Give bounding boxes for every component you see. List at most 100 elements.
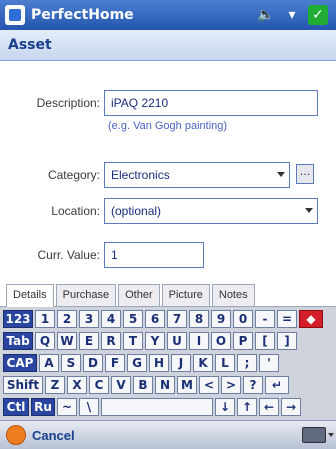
keyboard-row-4: Shift Z X C V B N M < > ? ↵ [2, 375, 290, 395]
key-m[interactable]: M [177, 376, 197, 394]
arrow-up-icon[interactable]: ↑ [237, 398, 257, 416]
arrow-right-icon[interactable]: → [281, 398, 301, 416]
key-equals[interactable]: = [277, 310, 297, 328]
key-greater-than[interactable]: > [221, 376, 241, 394]
key-z[interactable]: Z [45, 376, 65, 394]
start-menu-icon[interactable] [5, 5, 25, 25]
key-t[interactable]: T [123, 332, 143, 350]
key-e[interactable]: E [79, 332, 99, 350]
key-p[interactable]: P [233, 332, 253, 350]
key-semicolon[interactable]: ; [237, 354, 257, 372]
app-title: PerfectHome [31, 7, 134, 23]
key-a[interactable]: A [39, 354, 59, 372]
key-7[interactable]: 7 [167, 310, 187, 328]
key-question[interactable]: ? [243, 376, 263, 394]
key-u[interactable]: U [167, 332, 187, 350]
dropdown-icon[interactable]: ▾ [282, 5, 302, 25]
key-q[interactable]: Q [35, 332, 55, 350]
key-less-than[interactable]: < [199, 376, 219, 394]
key-f[interactable]: F [105, 354, 125, 372]
key-backslash[interactable]: \ [79, 398, 99, 416]
key-caps[interactable]: CAP [3, 354, 37, 372]
tab-purchase[interactable]: Purchase [55, 284, 117, 306]
key-r[interactable]: R [101, 332, 121, 350]
key-n[interactable]: N [155, 376, 175, 394]
key-l[interactable]: L [215, 354, 235, 372]
keyboard-row-2: Tab Q W E R T Y U I O P [ ] [2, 331, 298, 351]
key-space[interactable] [101, 398, 213, 416]
backspace-icon[interactable]: ◆ [299, 310, 323, 328]
enter-icon[interactable]: ↵ [265, 376, 289, 394]
shift-icon[interactable]: Shift [3, 376, 43, 394]
chevron-down-icon [305, 208, 313, 213]
key-quote[interactable]: ' [259, 354, 279, 372]
volume-icon[interactable]: 🔈 [256, 5, 276, 25]
keyboard-row-1: 123 1 2 3 4 5 6 7 8 9 0 - = ◆ [2, 309, 324, 329]
key-bracket-right[interactable]: ] [277, 332, 297, 350]
key-bracket-left[interactable]: [ [255, 332, 275, 350]
description-hint: (e.g. Van Gogh painting) [108, 120, 228, 132]
category-select[interactable]: Electronics [104, 162, 290, 188]
key-g[interactable]: G [127, 354, 147, 372]
key-0[interactable]: 0 [233, 310, 253, 328]
key-v[interactable]: V [111, 376, 131, 394]
arrow-down-icon[interactable]: ↓ [215, 398, 235, 416]
keyboard-row-3: CAP A S D F G H J K L ; ' [2, 353, 280, 373]
key-6[interactable]: 6 [145, 310, 165, 328]
tab-bar: Details Purchase Other Picture Notes [6, 284, 257, 308]
location-label: Location: [51, 204, 100, 218]
key-4[interactable]: 4 [101, 310, 121, 328]
tab-other[interactable]: Other [118, 284, 160, 306]
category-label: Category: [47, 168, 100, 182]
soft-keyboard: 123 1 2 3 4 5 6 7 8 9 0 - = ◆ Tab Q W E … [0, 307, 336, 420]
key-1[interactable]: 1 [35, 310, 55, 328]
description-field[interactable]: iPAQ 2210 [104, 90, 318, 116]
category-value: Electronics [111, 168, 170, 182]
keyboard-icon[interactable] [302, 427, 326, 443]
key-ru[interactable]: Ru [31, 398, 55, 416]
tab-notes[interactable]: Notes [211, 284, 255, 306]
ok-icon[interactable]: ✓ [308, 5, 328, 25]
key-c[interactable]: C [89, 376, 109, 394]
key-ctl[interactable]: Ctl [3, 398, 29, 416]
key-8[interactable]: 8 [189, 310, 209, 328]
key-9[interactable]: 9 [211, 310, 231, 328]
key-3[interactable]: 3 [79, 310, 99, 328]
key-123[interactable]: 123 [3, 310, 33, 328]
key-s[interactable]: S [61, 354, 81, 372]
chevron-down-icon [277, 172, 285, 177]
cancel-label: Cancel [32, 427, 75, 443]
key-y[interactable]: Y [145, 332, 165, 350]
value-field[interactable]: 1 [104, 242, 204, 268]
key-d[interactable]: D [83, 354, 103, 372]
key-2[interactable]: 2 [57, 310, 77, 328]
cancel-button[interactable]: Cancel [6, 425, 75, 445]
key-k[interactable]: K [193, 354, 213, 372]
cancel-icon [6, 425, 26, 445]
key-i[interactable]: I [189, 332, 209, 350]
tab-picture[interactable]: Picture [161, 284, 210, 306]
key-5[interactable]: 5 [123, 310, 143, 328]
tab-details[interactable]: Details [6, 284, 54, 308]
key-o[interactable]: O [211, 332, 231, 350]
key-j[interactable]: J [171, 354, 191, 372]
key-tilde[interactable]: ~ [57, 398, 77, 416]
page-header: Asset [0, 30, 336, 61]
key-h[interactable]: H [149, 354, 169, 372]
key-tab[interactable]: Tab [3, 332, 33, 350]
page-title: Asset [8, 37, 52, 53]
location-select[interactable]: (optional) [104, 198, 318, 224]
key-w[interactable]: W [57, 332, 77, 350]
keyboard-menu-arrow-icon[interactable] [328, 433, 334, 437]
key-minus[interactable]: - [255, 310, 275, 328]
arrow-left-icon[interactable]: ← [259, 398, 279, 416]
title-bar: PerfectHome 🔈 ▾ ✓ [0, 0, 336, 30]
title-icons: 🔈 ▾ ✓ [256, 5, 328, 25]
location-value: (optional) [111, 204, 162, 218]
bottom-bar: Cancel [0, 420, 336, 449]
keyboard-row-5: Ctl Ru ~ \ ↓ ↑ ← → [2, 397, 302, 417]
key-b[interactable]: B [133, 376, 153, 394]
description-label: Description: [36, 96, 100, 110]
key-x[interactable]: X [67, 376, 87, 394]
category-browse-button[interactable]: ... [296, 164, 314, 184]
